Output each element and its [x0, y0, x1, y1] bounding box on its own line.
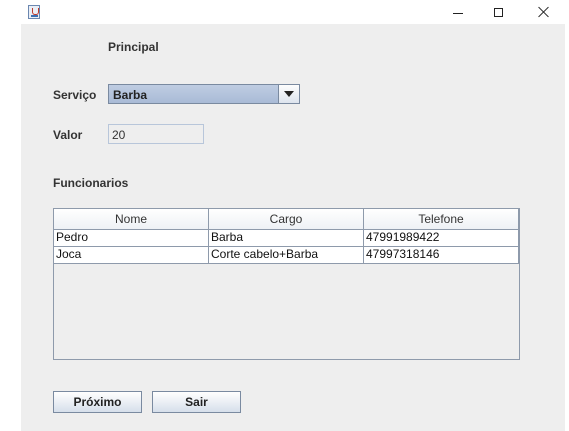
cell-cargo: Barba [209, 230, 364, 246]
java-cup-icon [28, 5, 40, 19]
table-body: Pedro Barba 47991989422 Joca Corte cabel… [54, 230, 519, 264]
maximize-button[interactable] [478, 0, 518, 24]
exit-button[interactable]: Sair [152, 391, 241, 413]
cell-nome: Pedro [54, 230, 209, 246]
table-header: Nome Cargo Telefone [54, 209, 519, 230]
close-button[interactable] [524, 0, 564, 24]
cell-cargo: Corte cabelo+Barba [209, 247, 364, 263]
valor-label: Valor [53, 128, 83, 142]
servico-label: Serviço [53, 88, 97, 102]
servico-dropdown-button[interactable] [278, 85, 299, 103]
title-bar[interactable] [0, 0, 569, 24]
valor-field[interactable]: 20 [108, 124, 204, 144]
minimize-button[interactable] [438, 0, 478, 24]
cell-telefone: 47997318146 [364, 247, 519, 263]
servico-combobox[interactable]: Barba [108, 84, 300, 104]
content-panel: Principal Serviço Barba Valor 20 Funcion… [21, 24, 565, 431]
column-header-cargo[interactable]: Cargo [209, 209, 364, 229]
maximize-icon [493, 7, 503, 17]
servico-selected-value: Barba [113, 88, 148, 102]
chevron-down-icon [284, 91, 294, 97]
table-row[interactable]: Pedro Barba 47991989422 [54, 230, 519, 247]
cell-nome: Joca [54, 247, 209, 263]
minimize-icon [453, 12, 463, 14]
column-header-nome[interactable]: Nome [54, 209, 209, 229]
heading-label: Principal [108, 40, 159, 54]
funcionarios-label: Funcionarios [53, 176, 129, 190]
next-button[interactable]: Próximo [53, 391, 142, 413]
table-row[interactable]: Joca Corte cabelo+Barba 47997318146 [54, 247, 519, 264]
app-window: Principal Serviço Barba Valor 20 Funcion… [0, 0, 569, 431]
funcionarios-table[interactable]: Nome Cargo Telefone Pedro Barba 47991989… [53, 208, 520, 360]
close-icon [538, 6, 550, 18]
cell-telefone: 47991989422 [364, 230, 519, 246]
column-header-telefone[interactable]: Telefone [364, 209, 519, 229]
